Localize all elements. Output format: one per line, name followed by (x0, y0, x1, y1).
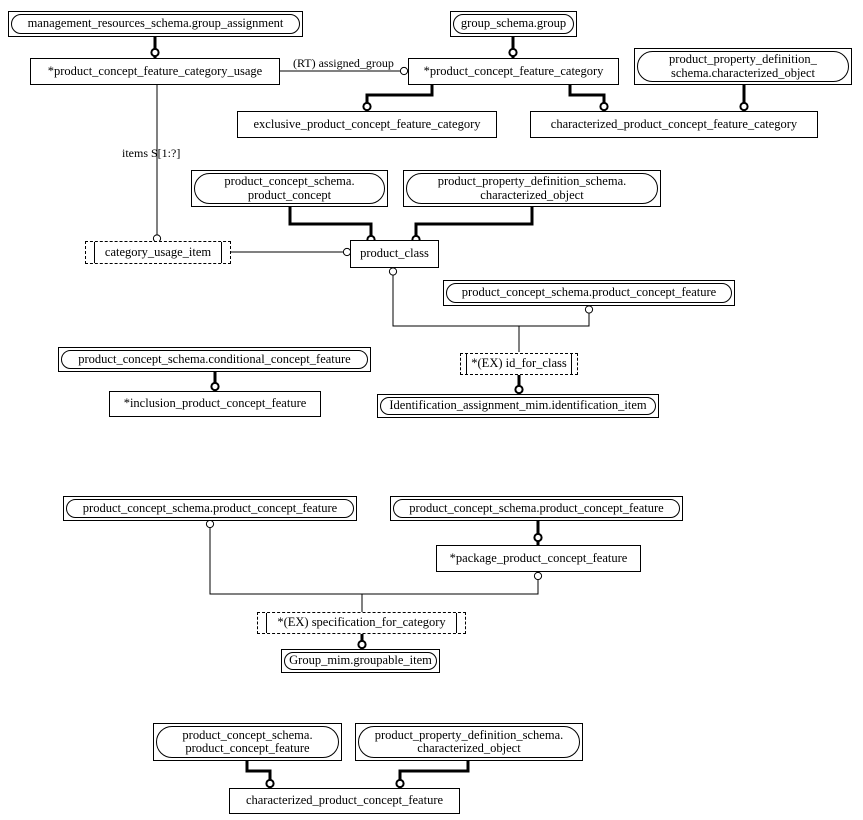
node-label: product_concept_schema. product_concept_… (156, 726, 339, 758)
node-label: category_usage_item (94, 242, 222, 263)
node-product-property-definition-schema-characterized-object-mid[interactable]: product_property_definition_schema. char… (403, 170, 661, 207)
edge-label-assigned-group: (RT) assigned_group (293, 56, 394, 70)
node-label: *(EX) id_for_class (466, 354, 572, 374)
node-label: *package_product_concept_feature (449, 550, 628, 565)
node-label: characterized_product_concept_feature (245, 793, 444, 808)
node-group-schema-group[interactable]: group_schema.group (450, 11, 577, 37)
node-product-class[interactable]: product_class (350, 240, 439, 268)
node-label: characterized_product_concept_feature_ca… (550, 116, 798, 131)
node-product-concept-schema-conditional-concept-feature[interactable]: product_concept_schema.conditional_conce… (58, 347, 371, 372)
node-product-concept-feature-category-usage[interactable]: *product_concept_feature_category_usage (30, 58, 280, 85)
node-package-product-concept-feature[interactable]: *package_product_concept_feature (436, 545, 641, 572)
node-label: group_schema.group (453, 14, 574, 34)
node-label: product_property_definition_ schema.char… (637, 51, 849, 82)
node-product-concept-schema-product-concept-feature-bottom[interactable]: product_concept_schema. product_concept_… (153, 723, 342, 761)
node-management-resources-schema-group-assignment[interactable]: management_resources_schema.group_assign… (8, 11, 303, 37)
node-product-property-definition-schema-characterized-object-top[interactable]: product_property_definition_ schema.char… (634, 48, 852, 85)
node-label: product_property_definition_schema. char… (406, 173, 658, 204)
node-label: *inclusion_product_concept_feature (123, 396, 307, 411)
node-product-concept-schema-product-concept[interactable]: product_concept_schema. product_concept (191, 170, 388, 207)
node-specification-for-category[interactable]: *(EX) specification_for_category (257, 612, 466, 634)
node-product-concept-schema-product-concept-feature-right[interactable]: product_concept_schema.product_concept_f… (390, 496, 683, 521)
node-product-concept-schema-product-concept-feature-left[interactable]: product_concept_schema.product_concept_f… (63, 496, 357, 521)
node-label: Identification_assignment_mim.identifica… (380, 397, 656, 415)
node-label: product_property_definition_schema. char… (358, 726, 580, 758)
node-label: product_concept_schema. product_concept (194, 173, 385, 204)
node-characterized-product-concept-feature-category[interactable]: characterized_product_concept_feature_ca… (530, 111, 818, 138)
node-label: *product_concept_feature_category_usage (47, 63, 263, 78)
node-category-usage-item[interactable]: category_usage_item (85, 241, 231, 264)
node-inclusion-product-concept-feature[interactable]: *inclusion_product_concept_feature (109, 391, 321, 417)
node-id-for-class[interactable]: *(EX) id_for_class (460, 353, 578, 375)
node-label: product_class (360, 246, 429, 261)
node-product-concept-schema-product-concept-feature-mid[interactable]: product_concept_schema.product_concept_f… (443, 280, 735, 306)
node-product-property-definition-schema-characterized-object-bottom[interactable]: product_property_definition_schema. char… (355, 723, 583, 761)
node-label: product_concept_schema.product_concept_f… (446, 283, 732, 303)
node-label: Group_mim.groupable_item (284, 652, 437, 670)
node-group-mim-groupable-item[interactable]: Group_mim.groupable_item (281, 649, 440, 673)
node-label: *(EX) specification_for_category (266, 613, 457, 633)
node-characterized-product-concept-feature[interactable]: characterized_product_concept_feature (229, 788, 460, 814)
node-label: product_concept_schema.conditional_conce… (61, 350, 368, 369)
node-exclusive-product-concept-feature-category[interactable]: exclusive_product_concept_feature_catego… (237, 111, 497, 138)
node-label: product_concept_schema.product_concept_f… (393, 499, 680, 518)
node-identification-assignment-mim-identification-item[interactable]: Identification_assignment_mim.identifica… (377, 394, 659, 418)
node-label: product_concept_schema.product_concept_f… (66, 499, 354, 518)
node-label: *product_concept_feature_category (423, 63, 604, 78)
express-g-diagram: management_resources_schema.group_assign… (0, 0, 863, 820)
node-label: exclusive_product_concept_feature_catego… (253, 116, 481, 131)
edge-label-items: items S[1:?] (122, 146, 181, 160)
node-product-concept-feature-category[interactable]: *product_concept_feature_category (408, 58, 619, 85)
node-label: management_resources_schema.group_assign… (11, 14, 300, 34)
